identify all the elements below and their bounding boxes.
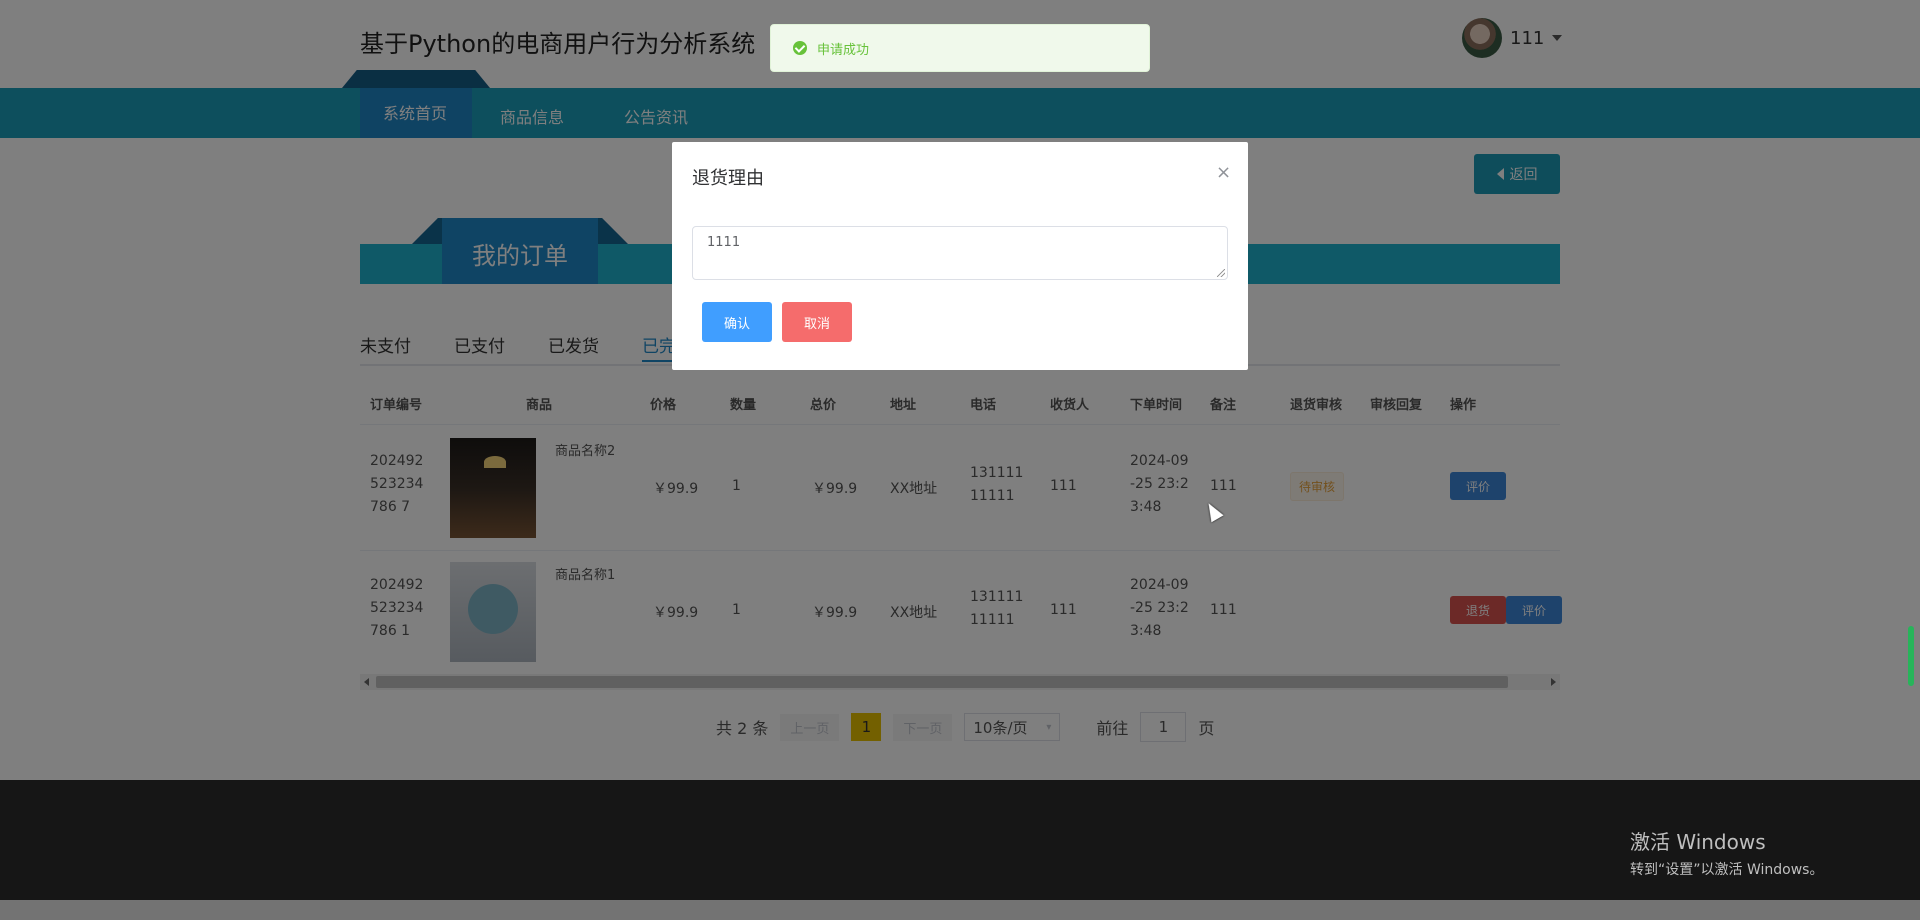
return-reason-textarea[interactable]: 1111 (692, 226, 1228, 280)
return-reason-dialog: 退货理由 × 1111 确认 取消 (672, 142, 1248, 370)
check-circle-icon (793, 41, 807, 55)
success-toast: 申请成功 (770, 24, 1150, 72)
toast-message: 申请成功 (817, 42, 870, 58)
cancel-button[interactable]: 取消 (782, 302, 852, 342)
close-icon[interactable]: × (1216, 162, 1231, 183)
confirm-button[interactable]: 确认 (702, 302, 772, 342)
activation-line-1: 激活 Windows (1630, 830, 1766, 854)
modal-overlay[interactable] (0, 0, 1920, 920)
windows-activation-notice: 激活 Windows 转到“设置”以激活 Windows。 (1630, 826, 1823, 879)
side-scroll-indicator[interactable] (1908, 626, 1914, 686)
activation-line-2: 转到“设置”以激活 Windows。 (1630, 862, 1824, 878)
dialog-title: 退货理由 (692, 168, 764, 189)
